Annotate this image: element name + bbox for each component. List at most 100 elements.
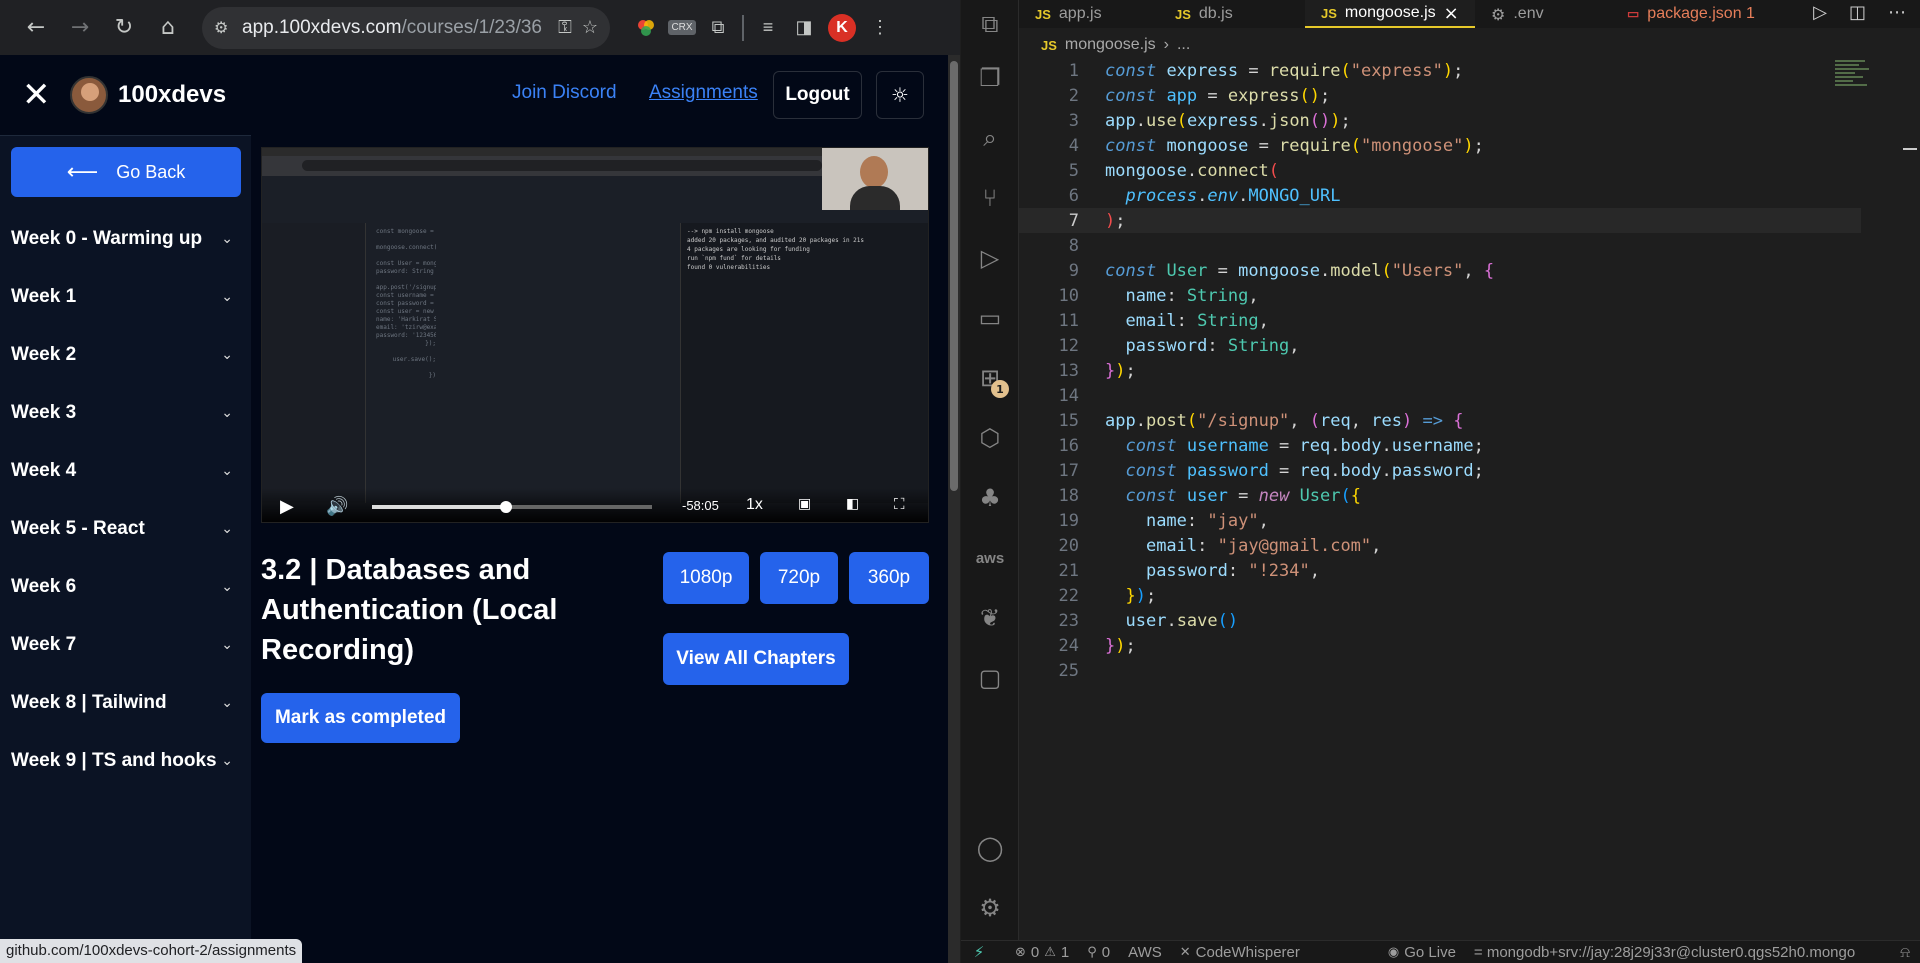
sidebar-week-8[interactable]: Week 8 | Tailwind ⌄ xyxy=(11,683,241,723)
code-editor[interactable]: 1 const express = require("express"); 2 co… xyxy=(1019,58,1861,698)
crx-extension-icon[interactable]: CRX xyxy=(664,8,700,48)
chrome-menu-icon[interactable]: ⋮ xyxy=(862,8,898,48)
extensions-icon[interactable]: ⊞ 1 xyxy=(961,354,1019,402)
home-icon[interactable]: ⌂ xyxy=(146,8,190,48)
assignments-link[interactable]: Assignments xyxy=(649,82,758,104)
quality-720p-button[interactable]: 720p xyxy=(760,552,838,604)
back-icon[interactable]: ← xyxy=(14,8,58,48)
chat-icon[interactable]: ▢ xyxy=(961,654,1019,702)
code-line-current[interactable]: 7); xyxy=(1019,208,1861,233)
address-bar[interactable]: ⚙ app.100xdevs.com/courses/1/23/36 ⚿ ☆ xyxy=(202,6,610,49)
code-line[interactable]: 9 const User = mongoose.model("Users", { xyxy=(1019,258,1861,283)
code-line[interactable]: 5 mongoose.connect( xyxy=(1019,158,1861,183)
code-line[interactable]: 14 xyxy=(1019,383,1861,408)
sidebar-week-3[interactable]: Week 3 ⌄ xyxy=(11,393,241,433)
tab-app-js[interactable]: JS app.js xyxy=(1019,0,1159,28)
logout-button[interactable]: Logout xyxy=(773,71,862,119)
tree-extension-icon[interactable]: ♣ xyxy=(961,474,1019,522)
split-editor-icon[interactable]: ◫ xyxy=(1849,2,1866,23)
sidebar-week-4[interactable]: Week 4 ⌄ xyxy=(11,451,241,491)
search-icon[interactable]: ⌕ xyxy=(961,114,1019,162)
bookmark-star-icon[interactable]: ☆ xyxy=(582,17,598,38)
playback-speed-button[interactable]: 1x xyxy=(746,496,763,514)
account-icon[interactable]: ◯ xyxy=(961,824,1019,872)
hexagon-extension-icon[interactable]: ⬡ xyxy=(961,414,1019,462)
extensions-puzzle-icon[interactable]: ⧉ xyxy=(700,8,736,48)
sidebar-week-9[interactable]: Week 9 | TS and hooks ⌄ xyxy=(11,741,241,781)
tab-env[interactable]: ⚙ .env xyxy=(1475,0,1611,28)
tab-mongoose-js[interactable]: JS mongoose.js × xyxy=(1305,0,1475,28)
breadcrumb-file[interactable]: mongoose.js xyxy=(1065,36,1156,54)
code-line[interactable]: 25 xyxy=(1019,658,1861,683)
captions-icon[interactable]: ▣ xyxy=(798,496,811,512)
sidebar-week-7[interactable]: Week 7 ⌄ xyxy=(11,625,241,665)
code-line[interactable]: 1 const express = require("express"); xyxy=(1019,58,1861,83)
url-text[interactable]: app.100xdevs.com/courses/1/23/36 xyxy=(242,17,548,39)
code-line[interactable]: 20 email: "jay@gmail.com", xyxy=(1019,533,1861,558)
code-line[interactable]: 19 name: "jay", xyxy=(1019,508,1861,533)
code-line[interactable]: 23 user.save() xyxy=(1019,608,1861,633)
view-all-chapters-button[interactable]: View All Chapters xyxy=(663,633,849,685)
sidebar-week-1[interactable]: Week 1 ⌄ xyxy=(11,277,241,317)
close-sidebar-icon[interactable]: ✕ xyxy=(22,75,52,115)
run-icon[interactable]: ▷ xyxy=(1813,2,1827,23)
code-line[interactable]: 6 process.env.MONGO_URL xyxy=(1019,183,1861,208)
quality-360p-button[interactable]: 360p xyxy=(849,552,929,604)
code-line[interactable]: 22 }); xyxy=(1019,583,1861,608)
video-player[interactable]: const mongoose = require('mongoose'); mon… xyxy=(261,147,929,523)
play-icon[interactable]: ▶ xyxy=(280,496,294,517)
sidebar-week-2[interactable]: Week 2 ⌄ xyxy=(11,335,241,375)
code-line[interactable]: 21 password: "!234", xyxy=(1019,558,1861,583)
code-line[interactable]: 16 const username = req.body.username; xyxy=(1019,433,1861,458)
go-back-button[interactable]: ⟵ Go Back xyxy=(11,147,241,197)
code-line[interactable]: 10 name: String, xyxy=(1019,283,1861,308)
code-line[interactable]: 11 email: String, xyxy=(1019,308,1861,333)
brand-name[interactable]: 100xdevs xyxy=(118,81,226,109)
reload-icon[interactable]: ↻ xyxy=(102,8,146,48)
run-debug-icon[interactable]: ▷ xyxy=(961,234,1019,282)
fullscreen-icon[interactable]: ⛶ xyxy=(894,495,905,513)
code-line[interactable]: 13}); xyxy=(1019,358,1861,383)
sidebar-week-5[interactable]: Week 5 - React ⌄ xyxy=(11,509,241,549)
source-control-icon[interactable]: ⑂ xyxy=(961,174,1019,222)
explorer-files-icon[interactable]: ⧉ xyxy=(961,0,1019,48)
explorer-icon[interactable]: ❐ xyxy=(961,54,1019,102)
mongodb-leaf-icon[interactable]: ❦ xyxy=(961,594,1019,642)
sidebar-week-6[interactable]: Week 6 ⌄ xyxy=(11,567,241,607)
code-line[interactable]: 2 const app = express(); xyxy=(1019,83,1861,108)
code-line[interactable]: 12 password: String, xyxy=(1019,333,1861,358)
profile-avatar[interactable]: K xyxy=(828,13,856,42)
more-actions-icon[interactable]: ⋯ xyxy=(1888,2,1906,23)
settings-gear-icon[interactable]: ⚙ xyxy=(961,884,1019,932)
media-control-icon[interactable]: ≡ xyxy=(750,8,786,48)
remote-indicator-icon[interactable]: ⚡ xyxy=(961,941,997,963)
problems-status[interactable]: ⊗ 0 ⚠ 1 xyxy=(1015,944,1069,961)
aws-status[interactable]: AWS xyxy=(1128,944,1162,961)
sidebar-week-0[interactable]: Week 0 - Warming up ⌄ xyxy=(11,219,241,259)
forward-icon[interactable]: → xyxy=(58,8,102,48)
volume-icon[interactable]: 🔊 xyxy=(326,496,348,517)
ports-status[interactable]: ⚲ 0 xyxy=(1087,944,1110,961)
color-picker-extension-icon[interactable] xyxy=(628,8,664,48)
tab-db-js[interactable]: JS db.js xyxy=(1159,0,1305,28)
theme-toggle-sun-icon[interactable]: ☼ xyxy=(876,71,924,119)
code-line[interactable]: 17 const password = req.body.password; xyxy=(1019,458,1861,483)
quality-1080p-button[interactable]: 1080p xyxy=(663,552,749,604)
scrollbar-thumb[interactable] xyxy=(950,61,958,491)
join-discord-link[interactable]: Join Discord xyxy=(512,82,617,104)
side-panel-icon[interactable]: ◨ xyxy=(786,8,822,48)
minimap[interactable] xyxy=(1835,58,1875,118)
tab-package-json[interactable]: ▭ package.json 1 xyxy=(1611,0,1791,28)
password-key-icon[interactable]: ⚿ xyxy=(558,17,572,38)
picture-in-picture-icon[interactable]: ◧ xyxy=(846,496,859,512)
code-line[interactable]: 18 const user = new User({ xyxy=(1019,483,1861,508)
code-line[interactable]: 3 app.use(express.json()); xyxy=(1019,108,1861,133)
site-info-icon[interactable]: ⚙ xyxy=(214,18,242,38)
remote-explorer-icon[interactable]: ▭ xyxy=(961,294,1019,342)
video-progress-bar[interactable] xyxy=(372,501,652,513)
code-line[interactable]: 15 app.post("/signup", (req, res) => { xyxy=(1019,408,1861,433)
breadcrumb-more[interactable]: ... xyxy=(1177,36,1190,54)
code-line[interactable]: 4 const mongoose = require("mongoose"); xyxy=(1019,133,1861,158)
close-tab-icon[interactable]: × xyxy=(1444,3,1459,24)
aws-icon[interactable]: aws xyxy=(961,534,1019,582)
